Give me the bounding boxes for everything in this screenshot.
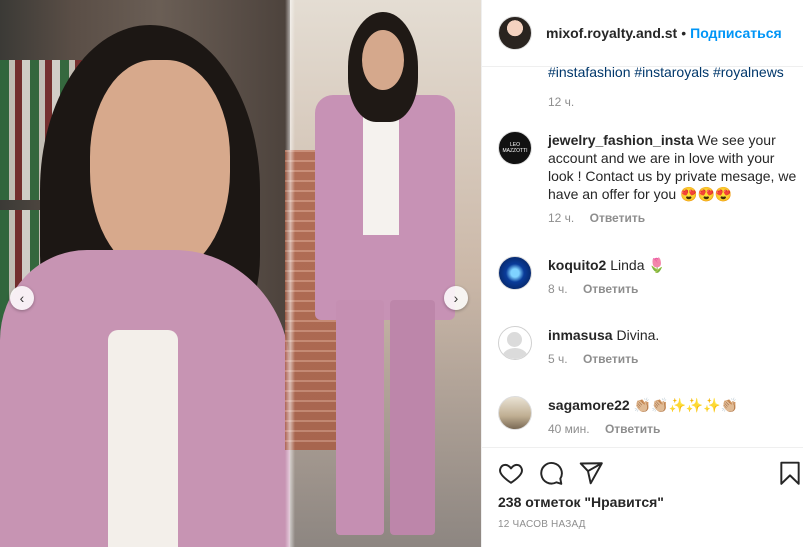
comment-text-block: sagamore22 👏🏼👏🏼✨✨✨👏🏼 <box>548 396 798 414</box>
collage-divider <box>285 0 295 547</box>
separator-dot: • <box>681 25 687 41</box>
comment-text: Linda 🌷 <box>610 257 666 273</box>
bookmark-icon[interactable] <box>777 460 803 486</box>
comment-meta: 8 ч. Ответить <box>548 282 798 296</box>
heart-icon[interactable] <box>498 460 524 486</box>
caption-hashtags[interactable]: #instafashion #instaroyals #royalnews <box>548 67 784 80</box>
avatar-logo-text: LEO MAZZOTTI <box>502 142 528 154</box>
carousel-prev-button[interactable]: ‹ <box>10 286 34 310</box>
white-blouse <box>108 330 178 547</box>
reply-button[interactable]: Ответить <box>583 282 638 296</box>
comment-meta: 5 ч. Ответить <box>548 352 798 366</box>
comment-text-block: koquito2 Linda 🌷 <box>548 256 798 274</box>
comment-username[interactable]: sagamore22 <box>548 397 630 413</box>
comment-meta: 40 мин. Ответить <box>548 422 798 436</box>
comment-item: koquito2 Linda 🌷 8 ч. Ответить <box>498 256 798 296</box>
comment-username[interactable]: inmasusa <box>548 327 613 343</box>
commenter-avatar[interactable] <box>498 326 532 360</box>
chevron-left-icon: ‹ <box>19 290 25 306</box>
carousel-next-button[interactable]: › <box>444 286 468 310</box>
post-actions: 238 отметок "Нравится" 12 часов назад <box>482 447 803 548</box>
commenter-avatar[interactable] <box>498 256 532 290</box>
comment-item: LEO MAZZOTTI jewelry_fashion_insta We se… <box>498 131 798 225</box>
comment-item: sagamore22 👏🏼👏🏼✨✨✨👏🏼 40 мин. Ответить <box>498 396 798 436</box>
reply-button[interactable]: Ответить <box>590 211 645 225</box>
post-side-panel: mixof.royalty.and.st • Подписаться #inst… <box>481 0 803 547</box>
trouser-leg <box>390 300 435 535</box>
comment-time: 40 мин. <box>548 422 590 436</box>
commenter-avatar[interactable]: LEO MAZZOTTI <box>498 131 532 165</box>
follow-button[interactable]: Подписаться <box>690 25 782 41</box>
comment-username[interactable]: koquito2 <box>548 257 606 273</box>
reply-button[interactable]: Ответить <box>583 352 638 366</box>
post-header: mixof.royalty.and.st • Подписаться <box>482 0 803 67</box>
comment-icon[interactable] <box>538 460 564 486</box>
comment-item: inmasusa Divina. 5 ч. Ответить <box>498 326 798 366</box>
comment-time: 5 ч. <box>548 352 568 366</box>
photo-left-panel <box>0 0 290 547</box>
likes-count[interactable]: 238 отметок "Нравится" <box>498 494 664 510</box>
white-blouse <box>363 105 399 235</box>
caption-time: 12 ч. <box>548 95 575 109</box>
post-time: 12 часов назад <box>498 519 586 530</box>
trouser-leg <box>336 300 384 535</box>
comment-text: Divina. <box>616 327 660 343</box>
reply-button[interactable]: Ответить <box>605 422 660 436</box>
chevron-right-icon: › <box>453 290 459 306</box>
instagram-post-modal: ‹ › mixof.royalty.and.st • Подписаться #… <box>0 0 803 547</box>
author-username[interactable]: mixof.royalty.and.st <box>546 25 677 41</box>
comments-list[interactable]: #instafashion #instaroyals #royalnews 12… <box>482 67 803 446</box>
share-icon[interactable] <box>578 460 604 486</box>
comment-username[interactable]: jewelry_fashion_insta <box>548 132 694 148</box>
author-avatar[interactable] <box>498 16 532 50</box>
face <box>362 30 404 90</box>
comment-meta: 12 ч. Ответить <box>548 211 798 225</box>
action-icons <box>498 460 800 486</box>
post-photo[interactable]: ‹ › <box>0 0 481 547</box>
face <box>90 60 230 275</box>
comment-text-block: jewelry_fashion_insta We see your accoun… <box>548 131 798 203</box>
comment-text-block: inmasusa Divina. <box>548 326 798 344</box>
commenter-avatar[interactable] <box>498 396 532 430</box>
comment-time: 12 ч. <box>548 211 575 225</box>
comment-text: 👏🏼👏🏼✨✨✨👏🏼 <box>633 397 739 413</box>
comment-time: 8 ч. <box>548 282 568 296</box>
